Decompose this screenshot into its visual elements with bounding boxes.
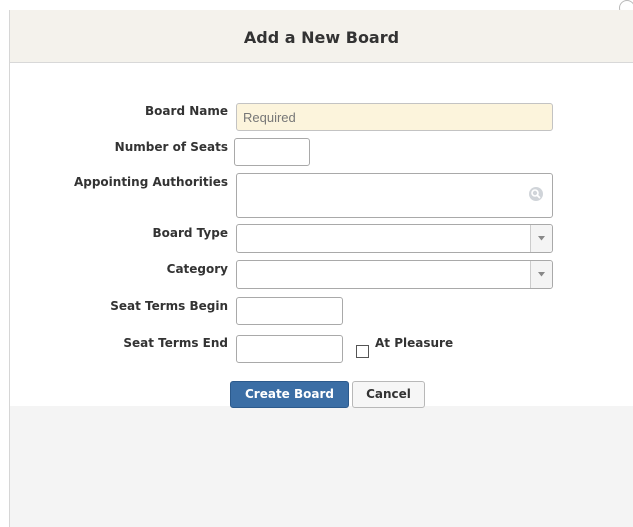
seat-terms-end-label: Seat Terms End — [123, 336, 228, 350]
dialog-body: Board Name Number of Seats Appointing Au… — [10, 63, 633, 408]
background-edge — [0, 0, 9, 527]
appointing-authorities-field[interactable] — [236, 173, 553, 218]
seat-terms-end-input[interactable] — [236, 335, 343, 363]
add-board-dialog: Add a New Board Board Name Number of Sea… — [9, 0, 633, 527]
appointing-authorities-label: Appointing Authorities — [73, 175, 228, 189]
category-label: Category — [166, 262, 228, 276]
category-select[interactable] — [236, 260, 553, 289]
seat-terms-begin-label: Seat Terms Begin — [110, 299, 228, 313]
board-type-select[interactable] — [236, 224, 553, 253]
seat-terms-begin-input[interactable] — [236, 297, 343, 325]
board-name-label: Board Name — [145, 104, 228, 118]
dialog-header: Add a New Board — [10, 10, 633, 63]
chevron-down-icon[interactable] — [530, 225, 552, 252]
cancel-button[interactable]: Cancel — [352, 381, 425, 408]
at-pleasure-label: At Pleasure — [375, 336, 454, 350]
board-type-label: Board Type — [152, 226, 229, 240]
at-pleasure-checkbox[interactable] — [356, 345, 369, 358]
chevron-down-icon[interactable] — [530, 261, 552, 288]
search-icon[interactable] — [529, 187, 543, 201]
board-name-input[interactable] — [236, 103, 553, 131]
create-board-button[interactable]: Create Board — [230, 381, 349, 408]
dialog-title: Add a New Board — [243, 28, 400, 47]
number-of-seats-input[interactable] — [234, 138, 310, 166]
number-of-seats-label: Number of Seats — [114, 140, 228, 154]
page: Add a New Board Board Name Number of Sea… — [0, 0, 633, 527]
